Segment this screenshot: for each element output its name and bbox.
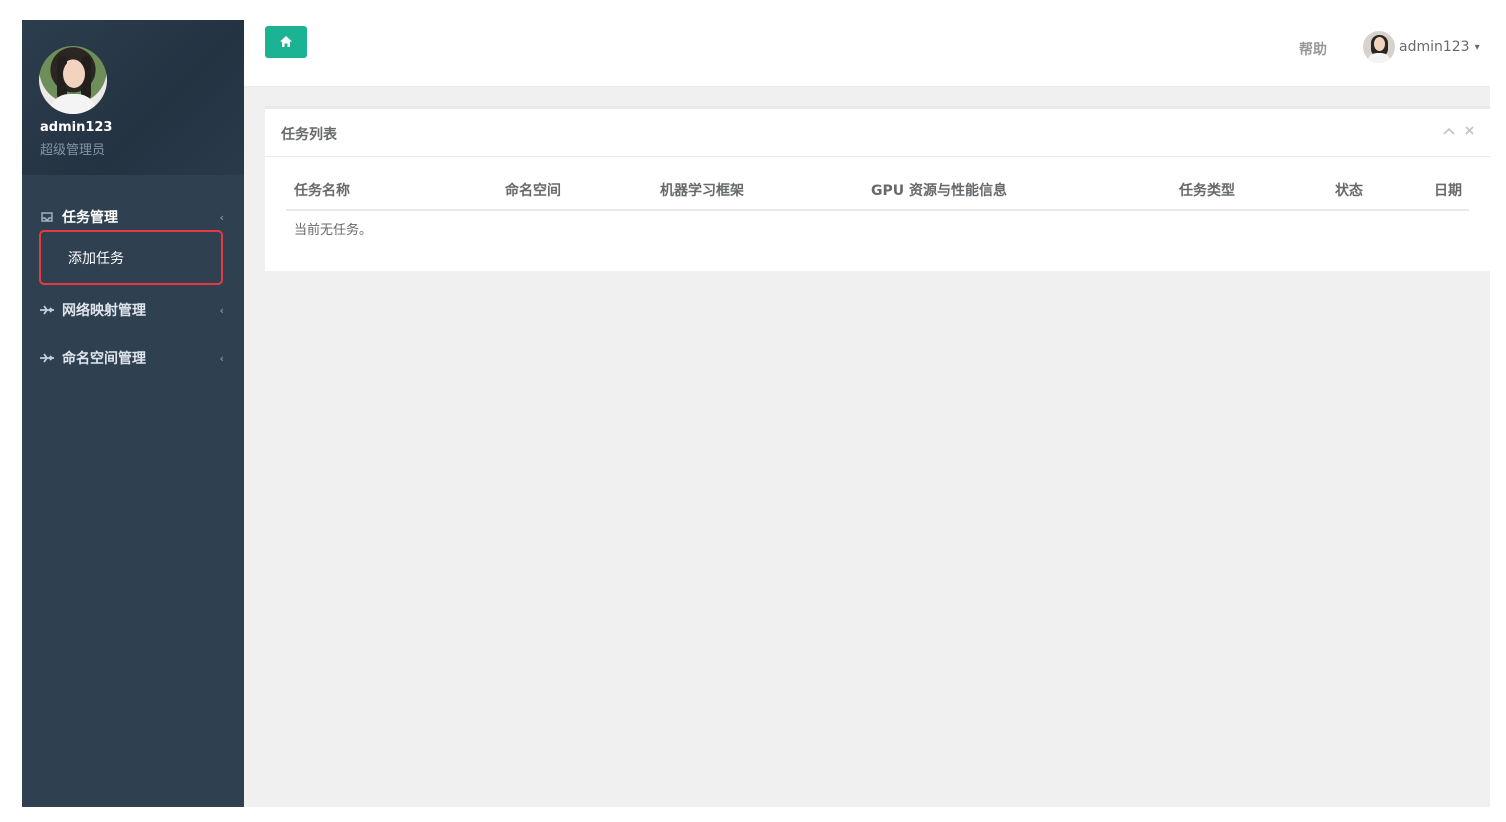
table-row: 当前无任务。 — [286, 210, 1469, 238]
empty-message: 当前无任务。 — [294, 223, 373, 238]
top-navbar: 帮助 admin123 ▾ — [244, 20, 1490, 87]
column-header[interactable]: 任务类型 — [1171, 171, 1327, 211]
chevron-left-icon: ‹ — [219, 210, 224, 224]
sidebar-item-label: 命名空间管理 — [62, 351, 146, 367]
plane-icon — [38, 353, 56, 363]
highlight-box — [39, 230, 223, 285]
user-menu[interactable]: admin123 ▾ — [1363, 31, 1480, 63]
column-header[interactable]: 状态 — [1327, 171, 1426, 211]
sidebar-subitem-add-task[interactable]: 添加任务 — [68, 248, 124, 268]
avatar — [1363, 31, 1395, 63]
profile-name[interactable]: admin123 — [40, 120, 112, 135]
sidebar-item-label: 任务管理 — [62, 210, 118, 226]
task-list-panel: 任务列表 任务名称 命名空间 机器学习框架 GPU 资源与性能信息 任务类型 状… — [265, 106, 1490, 271]
profile-role: 超级管理员 — [40, 143, 106, 158]
close-icon[interactable] — [1465, 124, 1474, 138]
table-header-row: 任务名称 命名空间 机器学习框架 GPU 资源与性能信息 任务类型 状态 日期 — [286, 171, 1469, 211]
column-header[interactable]: 任务名称 — [286, 171, 497, 211]
panel-header: 任务列表 — [265, 109, 1490, 157]
chevron-left-icon: ‹ — [219, 351, 224, 365]
column-header[interactable]: GPU 资源与性能信息 — [863, 171, 1171, 211]
user-name: admin123 — [1399, 39, 1470, 55]
page-bottom-margin — [0, 807, 1506, 822]
task-table: 任务名称 命名空间 机器学习框架 GPU 资源与性能信息 任务类型 状态 日期 … — [286, 171, 1469, 238]
sidebar: admin123 超级管理员 任务管理 ‹ 添加任务 网络映射管理 ‹ 命名空间… — [22, 20, 244, 807]
plane-icon — [38, 305, 56, 315]
sidebar-item-namespace[interactable]: 命名空间管理 ‹ — [22, 336, 244, 380]
chevron-left-icon: ‹ — [219, 303, 224, 317]
column-header[interactable]: 命名空间 — [497, 171, 652, 211]
column-header[interactable]: 日期 — [1426, 171, 1469, 211]
home-icon — [280, 35, 292, 50]
profile-header: admin123 超级管理员 — [22, 20, 244, 175]
column-header[interactable]: 机器学习框架 — [652, 171, 863, 211]
inbox-icon — [38, 212, 56, 222]
sidebar-item-label: 网络映射管理 — [62, 303, 146, 319]
home-button[interactable] — [265, 26, 307, 58]
main-content: 任务列表 任务名称 命名空间 机器学习框架 GPU 资源与性能信息 任务类型 状… — [244, 87, 1490, 807]
collapse-icon[interactable] — [1443, 124, 1455, 138]
panel-tools — [1443, 124, 1474, 138]
panel-title: 任务列表 — [281, 127, 337, 143]
help-link[interactable]: 帮助 — [1299, 39, 1327, 59]
sidebar-item-network-mapping[interactable]: 网络映射管理 ‹ — [22, 288, 244, 332]
profile-avatar[interactable] — [39, 46, 107, 114]
task-table-wrap: 任务名称 命名空间 机器学习框架 GPU 资源与性能信息 任务类型 状态 日期 … — [286, 171, 1469, 238]
caret-down-icon: ▾ — [1474, 41, 1480, 53]
